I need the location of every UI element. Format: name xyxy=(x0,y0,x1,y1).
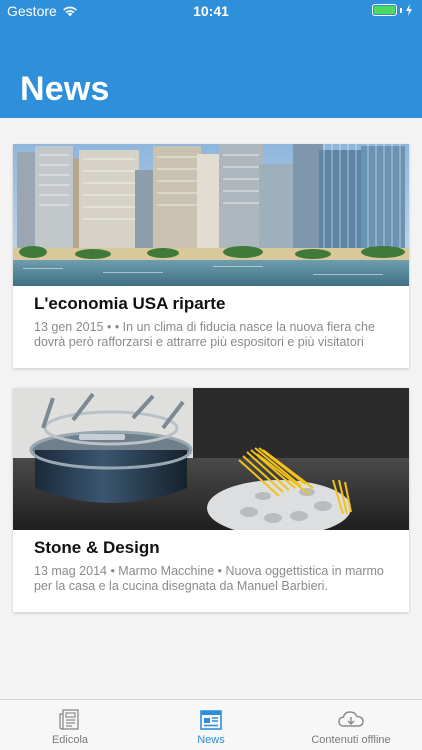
tab-edicola[interactable]: Edicola xyxy=(0,700,140,750)
newspaper-icon xyxy=(59,709,79,730)
tab-label: News xyxy=(197,734,225,746)
battery-indicator xyxy=(372,4,413,16)
tab-label: Edicola xyxy=(51,734,89,746)
page-title: News xyxy=(20,70,110,108)
article-card[interactable]: L'economia USA riparte 13 gen 2015 • • I… xyxy=(13,144,409,368)
tab-bar: Edicola News Contenuti offline xyxy=(0,699,422,750)
cloud-download-icon xyxy=(338,711,364,727)
app-header: Gestore 10:41 News xyxy=(0,0,422,118)
article-summary: 13 mag 2014 • Marmo Macchine • Nuova ogg… xyxy=(34,564,384,593)
pasta-pot-photo xyxy=(13,388,409,530)
article-title[interactable]: L'economia USA riparte xyxy=(34,294,409,314)
battery-cap xyxy=(400,7,402,13)
tab-news[interactable]: News xyxy=(141,700,281,750)
city-skyline-photo xyxy=(13,144,409,286)
charging-bolt-icon xyxy=(406,4,412,16)
article-title[interactable]: Stone & Design xyxy=(34,538,409,558)
news-grid-icon xyxy=(200,710,222,730)
article-card[interactable]: Stone & Design 13 mag 2014 • Marmo Macch… xyxy=(13,388,409,612)
tab-contenuti-offline[interactable]: Contenuti offline xyxy=(281,700,421,750)
status-bar: Gestore 10:41 xyxy=(0,0,422,22)
article-summary: 13 gen 2015 • • In un clima di fiducia n… xyxy=(34,320,375,349)
battery-icon xyxy=(372,4,397,16)
tab-label: Contenuti offline xyxy=(311,734,391,746)
status-time: 10:41 xyxy=(193,3,229,19)
